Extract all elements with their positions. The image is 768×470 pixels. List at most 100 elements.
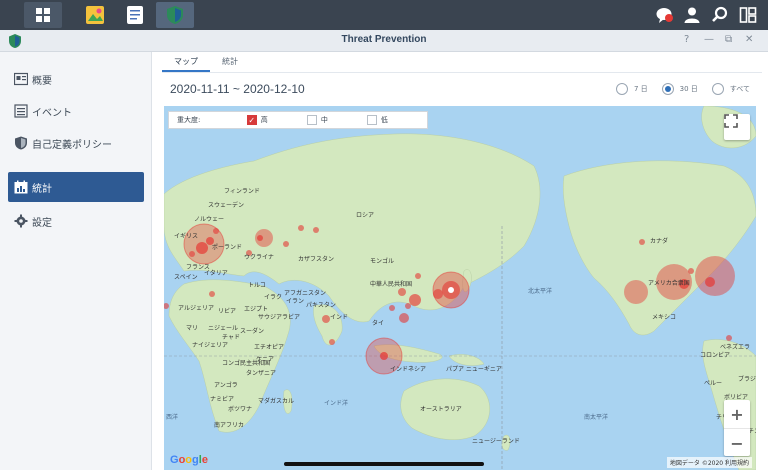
map-label: アンゴラ	[214, 382, 238, 389]
minimize-button[interactable]: —	[704, 34, 714, 45]
close-button[interactable]: ✕	[745, 34, 753, 45]
north-america-landmass	[562, 160, 756, 336]
search-button[interactable]	[710, 5, 730, 25]
threat-marker	[313, 227, 319, 233]
notification-button[interactable]	[654, 5, 674, 25]
period-7-days[interactable]: 7 日	[615, 83, 648, 95]
severity-filter: 重大度: ✓ 高 中 低	[168, 111, 428, 129]
map-label: サウジアラビア	[258, 314, 301, 321]
map-label: インド	[330, 314, 349, 321]
threat-marker	[639, 239, 645, 245]
maximize-button[interactable]: ⧉	[725, 34, 732, 45]
widgets-icon	[739, 7, 757, 23]
notes-app-icon	[127, 6, 143, 24]
map-label: タイ	[372, 320, 385, 327]
map-label: ポーランド	[212, 244, 243, 251]
map-label: ウクライナ	[244, 254, 274, 261]
window-title: Threat Prevention	[341, 34, 427, 45]
map-label: イタリア	[204, 270, 228, 277]
map-attribution[interactable]: 地図データ ©2020 利用規約	[666, 457, 752, 468]
taskbar-app-notes[interactable]	[116, 2, 154, 28]
gear-icon	[14, 214, 28, 228]
map-label: カザフスタン	[298, 256, 335, 263]
main-menu-button[interactable]	[24, 2, 62, 28]
tab-map[interactable]: マップ	[162, 52, 210, 72]
period-label: 30 日	[679, 85, 698, 93]
map-label: ナミビア	[210, 396, 235, 403]
calendar-stats-icon	[14, 180, 28, 194]
threat-marker	[189, 251, 195, 257]
severity-option-label: 高	[260, 116, 268, 124]
threat-marker	[448, 287, 454, 293]
window-titlebar: Threat Prevention ? — ⧉ ✕	[0, 30, 768, 52]
map-label: オーストラリア	[420, 406, 462, 413]
sidebar-item-custom-policy[interactable]: 自己定義ポリシー	[8, 128, 144, 158]
map-label: アフガニスタン	[284, 290, 327, 297]
google-logo: Google	[170, 454, 208, 466]
threat-marker	[399, 313, 409, 323]
tab-statistics[interactable]: 統計	[210, 52, 250, 72]
sidebar-item-events[interactable]: イベント	[8, 96, 144, 126]
threat-marker	[726, 335, 732, 341]
radio-icon	[615, 83, 628, 95]
tab-divider	[162, 72, 762, 73]
threat-map[interactable]: フィンランド スウェーデン ノルウェー イギリス ポーランド ウクライナ フラン…	[164, 106, 756, 470]
taskbar-app-threat-prevention[interactable]	[156, 2, 194, 28]
sidebar-item-settings[interactable]: 設定	[8, 206, 144, 236]
sidebar-item-label: イベント	[32, 107, 72, 119]
severity-option-label: 中	[320, 116, 328, 124]
threat-marker	[213, 228, 219, 234]
app-window: Threat Prevention ? — ⧉ ✕ 概要 イベント 自己定義ポリ…	[0, 30, 768, 470]
map-label: リビア	[218, 308, 237, 315]
map-label: スーダン	[240, 328, 265, 335]
home-indicator	[284, 462, 484, 466]
zoom-out-button[interactable]: −	[724, 429, 750, 457]
period-all[interactable]: すべて	[711, 83, 750, 95]
map-label: イラク	[264, 294, 283, 301]
overview-icon	[14, 72, 28, 86]
widgets-button[interactable]	[738, 5, 758, 25]
ocean-label: 南太平洋	[584, 414, 609, 421]
map-label: ペルー	[704, 380, 723, 387]
ocean-label: インド洋	[324, 400, 349, 407]
tab-bar: マップ 統計	[162, 52, 250, 72]
severity-medium-checkbox[interactable]: 中	[306, 115, 367, 125]
help-button[interactable]: ?	[684, 34, 689, 45]
map-label: パキスタン	[306, 302, 336, 309]
map-label: ブラジル	[738, 376, 756, 383]
fullscreen-icon	[724, 114, 738, 128]
map-label: ボツワナ	[228, 406, 253, 413]
zoom-control: + −	[724, 400, 750, 456]
map-label: スペイン	[174, 274, 198, 281]
user-button[interactable]	[682, 5, 702, 25]
period-30-days[interactable]: 30 日	[661, 83, 698, 95]
taskbar-app-photo[interactable]	[76, 2, 114, 28]
threat-marker	[257, 235, 263, 241]
threat-marker	[322, 315, 330, 323]
checkmark-icon: ✓	[246, 115, 257, 125]
severity-option-label: 低	[380, 116, 388, 124]
sidebar-item-label: 概要	[32, 75, 52, 87]
map-label: メキシコ	[652, 314, 677, 321]
severity-low-checkbox[interactable]: 低	[366, 115, 427, 125]
map-label: マリ	[186, 325, 199, 332]
severity-high-checkbox[interactable]: ✓ 高	[246, 115, 307, 125]
map-label: 中華人民共和国	[370, 281, 413, 288]
sidebar-item-label: 自己定義ポリシー	[32, 139, 112, 151]
severity-label: 重大度:	[177, 116, 201, 124]
map-label: トルコ	[248, 282, 266, 289]
map-label: タンザニア	[246, 370, 277, 377]
zoom-in-button[interactable]: +	[724, 400, 750, 428]
search-icon	[712, 6, 728, 22]
taskbar	[0, 0, 768, 30]
date-range: 2020-11-11 ~ 2020-12-10	[170, 82, 305, 96]
threat-marker-us-east	[695, 256, 735, 296]
sidebar-item-statistics[interactable]: 統計	[8, 172, 144, 202]
threat-marker	[209, 291, 215, 297]
fullscreen-button[interactable]	[724, 114, 750, 140]
period-selector: 7 日 30 日 すべて	[615, 83, 750, 95]
map-label: フィンランド	[224, 188, 260, 195]
grid-icon	[36, 8, 50, 22]
sidebar-item-overview[interactable]: 概要	[8, 64, 144, 94]
shield-icon	[15, 136, 27, 150]
